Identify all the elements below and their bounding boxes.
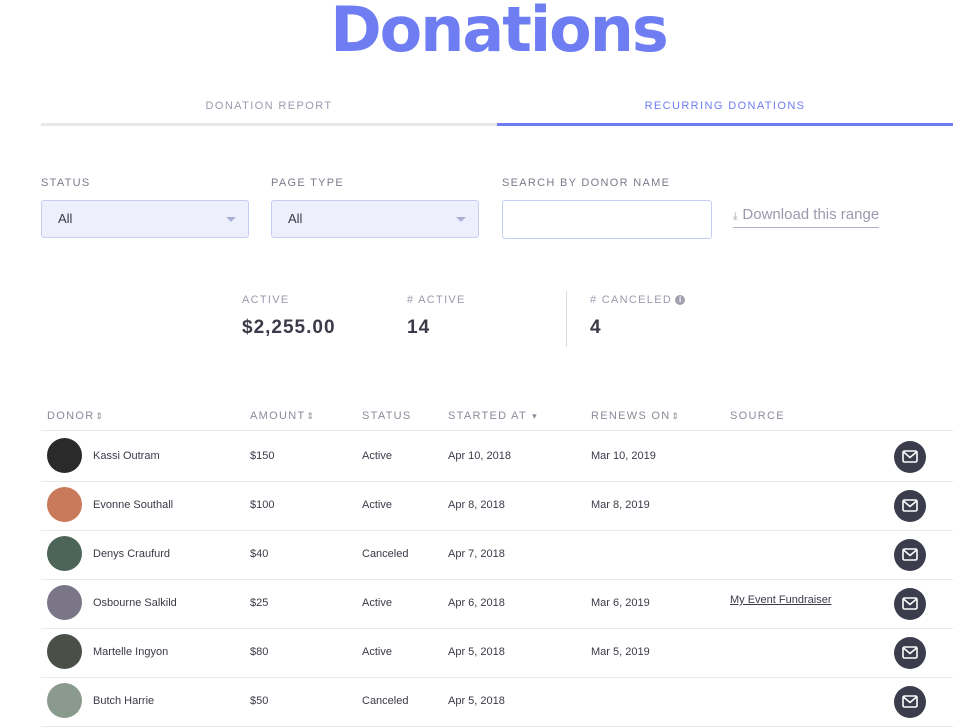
donor-name: Kassi Outram [93,450,160,462]
column-header-donor[interactable]: DONOR⇕ [47,410,103,422]
table-row[interactable]: Kassi Outram $150 Active Apr 10, 2018 Ma… [41,432,953,482]
info-icon[interactable]: i [675,295,686,305]
email-donor-button[interactable] [894,490,926,522]
mail-icon [902,450,918,463]
mail-icon [902,499,918,512]
status: Active [362,646,392,658]
column-header-started-at-label: STARTED AT [448,410,527,422]
status-filter-label: STATUS [41,177,91,189]
email-donor-button[interactable] [894,539,926,571]
status: Canceled [362,548,409,560]
download-range-link[interactable]: ⤓ Download this range [733,206,880,228]
status: Active [362,499,392,511]
donor-name: Evonne Southall [93,499,174,511]
tab-recurring-donations[interactable]: RECURRING DONATIONS [497,96,953,126]
table-row[interactable]: Denys Craufurd $40 Canceled Apr 7, 2018 [41,530,953,580]
renews-on: Mar 6, 2019 [591,597,650,609]
email-donor-button[interactable] [894,441,926,473]
sort-desc-icon: ▾ [532,411,537,421]
avatar [47,683,82,718]
avatar [47,634,82,669]
chevron-down-icon [226,217,236,222]
started-at: Apr 6, 2018 [448,597,505,609]
stat-canceled-label: # CANCELED [590,294,673,306]
stat-canceled-label-wrap: # CANCELED i [590,294,686,306]
donor-name: Martelle Ingyon [93,646,169,658]
table-row[interactable]: Martelle Ingyon $80 Active Apr 5, 2018 M… [41,628,953,678]
search-label: SEARCH BY DONOR NAME [502,177,671,189]
tab-donation-report[interactable]: DONATION REPORT [41,96,497,126]
donor-search-input[interactable] [502,200,712,239]
chevron-down-icon [456,217,466,222]
page-type-filter-label: PAGE TYPE [271,177,345,189]
donor-name: Butch Harrie [93,695,155,707]
started-at: Apr 10, 2018 [448,450,511,462]
status: Active [362,597,392,609]
column-header-status: STATUS [362,410,412,422]
amount: $80 [250,646,269,658]
amount: $150 [250,450,275,462]
amount: $50 [250,695,269,707]
renews-on: Mar 5, 2019 [591,646,650,658]
avatar [47,487,82,522]
stat-active-amount-label: ACTIVE [242,294,290,306]
stat-active-count-label: # ACTIVE [407,294,466,306]
donor-name: Denys Craufurd [93,548,171,560]
column-header-renews-on[interactable]: RENEWS ON⇕ [591,410,679,422]
avatar [47,438,82,473]
stats-divider [566,291,567,347]
email-donor-button[interactable] [894,686,926,718]
status-select[interactable]: All [41,200,249,238]
column-header-renews-on-label: RENEWS ON [591,410,671,422]
mail-icon [902,646,918,659]
column-header-amount-label: AMOUNT [250,410,306,422]
stat-canceled-value: 4 [590,317,602,338]
amount: $25 [250,597,269,609]
page-type-select[interactable]: All [271,200,479,238]
status: Canceled [362,695,409,707]
email-donor-button[interactable] [894,637,926,669]
sort-icon: ⇕ [671,411,680,421]
column-header-amount[interactable]: AMOUNT⇕ [250,410,314,422]
column-header-started-at[interactable]: STARTED AT ▾ [448,410,537,422]
column-header-source: SOURCE [730,410,785,422]
avatar [47,585,82,620]
amount: $100 [250,499,275,511]
source-link[interactable]: My Event Fundraiser [730,594,831,606]
avatar [47,536,82,571]
status-select-value: All [58,211,73,226]
stat-active-count-value: 14 [407,317,431,338]
stat-active-amount-value: $2,255.00 [242,317,336,338]
started-at: Apr 8, 2018 [448,499,505,511]
download-range-label: Download this range [742,206,880,223]
table-row[interactable]: Osbourne Salkild $25 Active Apr 6, 2018 … [41,579,953,629]
page-title: Donations [330,0,669,66]
mail-icon [902,548,918,561]
status: Active [362,450,392,462]
started-at: Apr 5, 2018 [448,646,505,658]
renews-on: Mar 10, 2019 [591,450,656,462]
donor-name: Osbourne Salkild [93,597,177,609]
sort-icon: ⇕ [95,411,103,421]
started-at: Apr 5, 2018 [448,695,505,707]
table-row[interactable]: Evonne Southall $100 Active Apr 8, 2018 … [41,481,953,531]
started-at: Apr 7, 2018 [448,548,505,560]
sort-icon: ⇕ [306,411,315,421]
table-row[interactable]: Butch Harrie $50 Canceled Apr 5, 2018 [41,677,953,727]
amount: $40 [250,548,269,560]
renews-on: Mar 8, 2019 [591,499,650,511]
table-header-divider [41,430,953,431]
download-icon: ⤓ [733,211,738,222]
tab-bar: DONATION REPORT RECURRING DONATIONS [41,96,953,126]
mail-icon [902,695,918,708]
page-type-select-value: All [288,211,303,226]
column-header-donor-label: DONOR [47,410,95,422]
email-donor-button[interactable] [894,588,926,620]
mail-icon [902,597,918,610]
